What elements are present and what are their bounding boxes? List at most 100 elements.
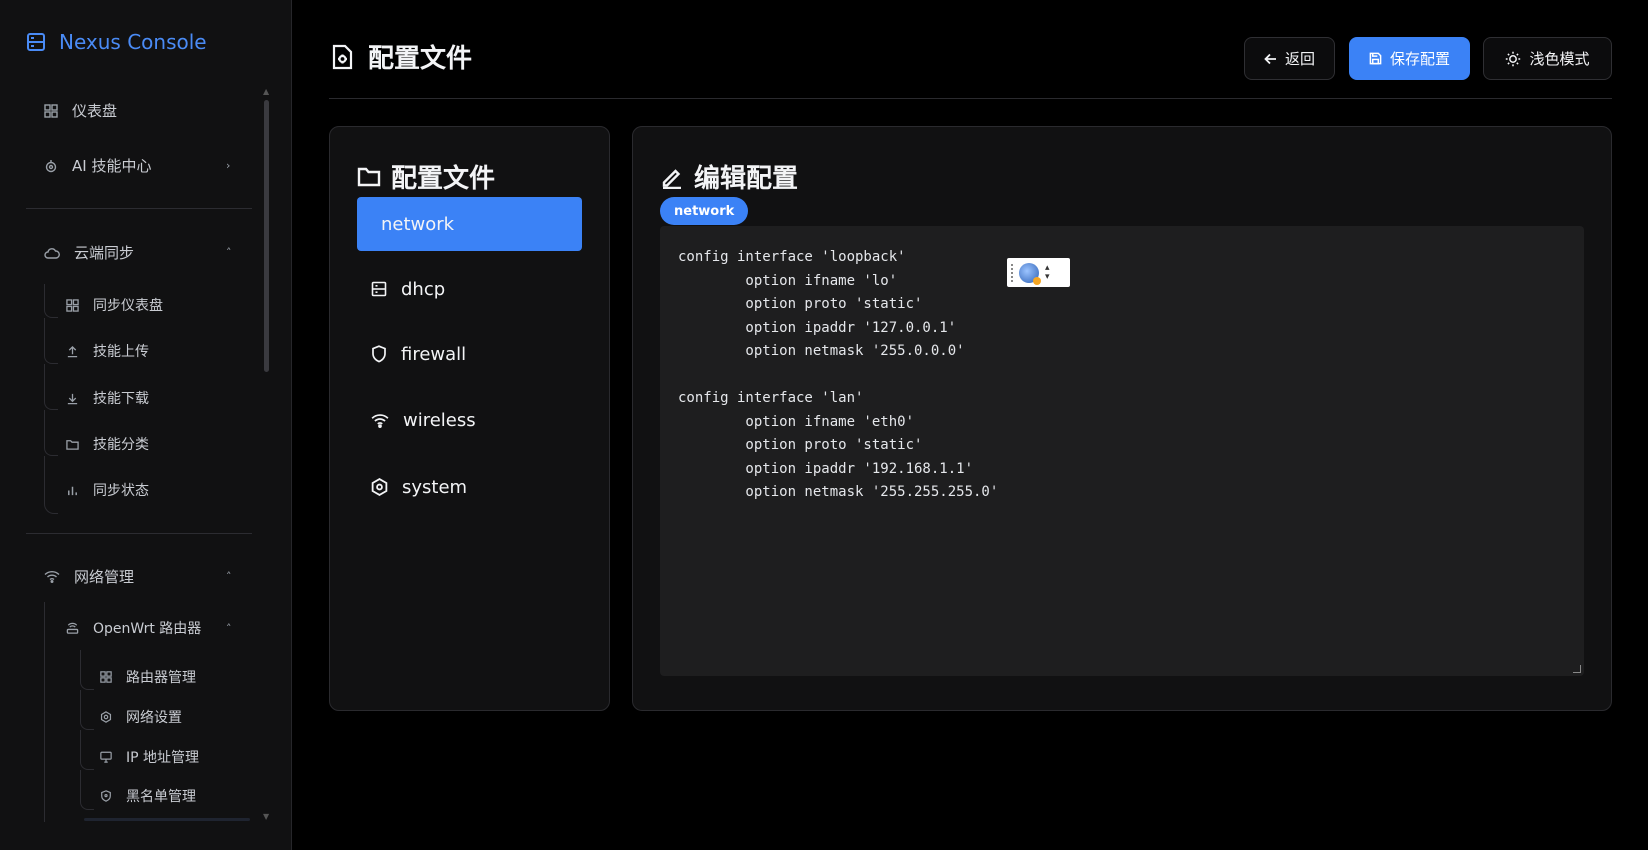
file-item-network[interactable]: network — [357, 197, 582, 251]
scroll-up-icon[interactable]: ▲ — [263, 87, 269, 96]
sidebar-item-openwrt[interactable]: OpenWrt 路由器 — [66, 618, 201, 638]
sidebar-scrollbar[interactable] — [264, 100, 269, 372]
tree-connector — [44, 456, 58, 514]
ime-menu-arrows-icon[interactable]: ▴ ▾ — [1045, 263, 1050, 282]
active-item-hint — [84, 818, 250, 821]
header-divider — [329, 98, 1612, 99]
brand[interactable]: Nexus Console — [27, 30, 207, 54]
sidebar-item-router-manage[interactable]: 路由器管理 — [100, 667, 196, 687]
grid-icon — [44, 103, 58, 118]
drag-handle-icon[interactable] — [1011, 263, 1013, 282]
tree-connector — [80, 770, 94, 810]
sidebar-item-cloud-sync[interactable]: 云端同步 — [44, 242, 134, 263]
tree-connector — [44, 364, 58, 410]
file-item-label: wireless — [403, 409, 476, 431]
shield-icon — [101, 790, 111, 802]
sidebar-item-label: 黑名单管理 — [126, 789, 196, 805]
sidebar-item-label: AI 技能中心 — [72, 157, 152, 175]
config-editor-textarea[interactable]: config interface 'loopback' option ifnam… — [660, 226, 1584, 676]
panel-title-text: 配置文件 — [391, 164, 496, 194]
sidebar-item-ip-manage[interactable]: IP 地址管理 — [100, 747, 199, 767]
server-logo-icon — [27, 33, 45, 51]
server-icon — [371, 281, 387, 297]
sidebar-item-dashboard[interactable]: 仪表盘 — [44, 100, 117, 121]
folder-icon — [66, 439, 79, 450]
config-editor-content: config interface 'loopback' option ifnam… — [678, 249, 999, 500]
sidebar-item-label: 技能上传 — [93, 344, 149, 360]
save-button-label: 保存配置 — [1389, 51, 1450, 68]
sidebar-item-label: 同步仪表盘 — [93, 298, 163, 314]
ime-globe-icon[interactable] — [1019, 262, 1041, 285]
grid-icon — [66, 298, 79, 312]
sidebar-item-label: 路由器管理 — [126, 670, 196, 686]
file-item-firewall[interactable]: firewall — [357, 327, 582, 381]
tree-connector — [44, 284, 58, 318]
sidebar-item-label: OpenWrt 路由器 — [93, 621, 202, 637]
sidebar-item-label: 技能下载 — [93, 391, 149, 407]
sun-icon — [1506, 51, 1521, 66]
sidebar: Nexus Console 仪表盘 AI 技能中心 › 云端同步 ˄ 同步仪表盘… — [0, 0, 292, 850]
file-item-system[interactable]: system — [357, 460, 582, 514]
bar-chart-icon — [68, 486, 77, 495]
sidebar-item-skill-download[interactable]: 技能下载 — [66, 388, 149, 408]
page-title: 配置文件 — [330, 38, 472, 75]
sidebar-item-label: IP 地址管理 — [126, 750, 200, 766]
page-title-text: 配置文件 — [368, 44, 473, 74]
cloud-icon — [44, 247, 60, 259]
sidebar-item-label: 网络管理 — [74, 568, 135, 586]
sidebar-item-sync-dashboard[interactable]: 同步仪表盘 — [66, 295, 163, 315]
sidebar-item-label: 网络设置 — [126, 710, 182, 726]
tree-connector — [44, 318, 58, 364]
sidebar-item-skill-category[interactable]: 技能分类 — [66, 434, 149, 454]
divider — [26, 208, 252, 209]
sidebar-item-label: 云端同步 — [74, 244, 135, 262]
config-files-panel-title: 配置文件 — [357, 158, 495, 195]
sidebar-item-label: 技能分类 — [93, 437, 149, 453]
tree-connector — [80, 730, 94, 770]
wifi-icon — [44, 570, 60, 583]
arrow-left-icon — [1264, 53, 1276, 64]
chevron-up-icon: ˄ — [226, 570, 232, 583]
panel-title-text: 编辑配置 — [694, 164, 799, 194]
theme-button-label: 浅色模式 — [1529, 51, 1590, 68]
file-item-label: firewall — [401, 343, 467, 365]
theme-toggle-button[interactable]: 浅色模式 — [1483, 37, 1612, 80]
chevron-up-icon: ˄ — [226, 622, 232, 635]
shield-icon — [372, 345, 386, 363]
divider — [26, 533, 252, 534]
editor-panel-title: 编辑配置 — [660, 158, 798, 195]
sidebar-item-blacklist[interactable]: 黑名单管理 — [100, 786, 196, 806]
robot-icon — [45, 159, 57, 172]
tree-connector — [44, 602, 58, 822]
hexagon-icon — [371, 478, 388, 496]
settings-icon — [100, 711, 112, 723]
sidebar-item-network-settings[interactable]: 网络设置 — [100, 707, 182, 727]
resize-handle[interactable] — [1573, 665, 1581, 673]
file-item-dhcp[interactable]: dhcp — [357, 262, 582, 316]
sidebar-item-ai-skills[interactable]: AI 技能中心 — [44, 155, 151, 176]
upload-icon — [67, 345, 78, 357]
sidebar-item-sync-status[interactable]: 同步状态 — [66, 480, 149, 500]
scroll-down-icon[interactable]: ▼ — [263, 812, 269, 821]
edit-icon — [662, 168, 681, 189]
chevron-right-icon: › — [226, 159, 231, 172]
sidebar-item-label: 同步状态 — [93, 483, 149, 499]
sidebar-item-network[interactable]: 网络管理 — [44, 566, 134, 587]
sidebar-item-skill-upload[interactable]: 技能上传 — [66, 341, 149, 361]
save-config-button[interactable]: 保存配置 — [1349, 37, 1470, 80]
file-item-wireless[interactable]: wireless — [357, 393, 582, 447]
ime-toolbar[interactable]: ▴ ▾ — [1007, 258, 1070, 287]
folder-icon — [357, 167, 381, 187]
monitor-icon — [100, 751, 112, 763]
chevron-up-icon: ˄ — [226, 246, 232, 259]
file-item-label: network — [381, 213, 455, 235]
brand-name: Nexus Console — [59, 30, 207, 54]
back-button[interactable]: 返回 — [1244, 37, 1335, 80]
tree-connector — [80, 690, 94, 730]
file-item-label: system — [402, 476, 468, 498]
grid-icon — [100, 671, 112, 683]
file-item-label: dhcp — [401, 278, 446, 300]
tree-connector — [44, 410, 58, 456]
save-icon — [1369, 52, 1382, 65]
sidebar-item-label: 仪表盘 — [72, 102, 118, 120]
